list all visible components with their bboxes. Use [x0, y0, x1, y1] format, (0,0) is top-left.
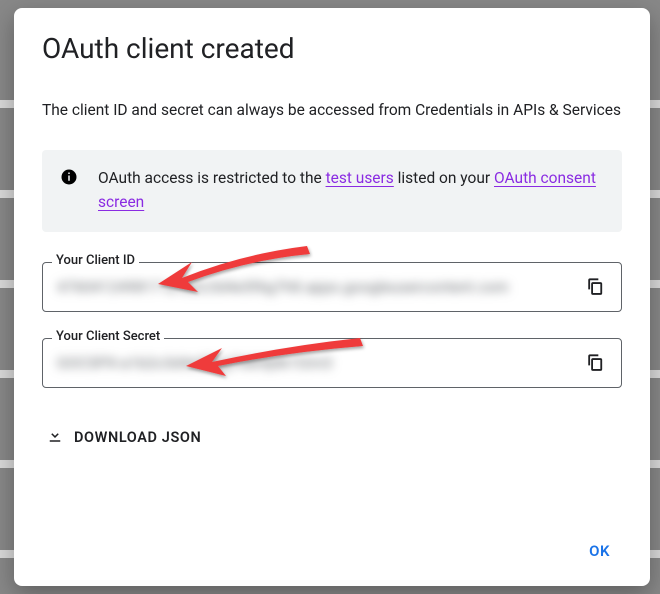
- client-secret-value: GOCSPX-a1b2c3d4e5f6g7h8i9j0k1l2m3: [57, 354, 571, 372]
- info-icon: [60, 168, 78, 191]
- download-json-label: DOWNLOAD JSON: [74, 429, 201, 446]
- client-id-field: 476041249817-a1b2c3d4e5f6g7h8.apps.googl…: [42, 262, 622, 312]
- client-id-label: Your Client ID: [52, 253, 139, 268]
- client-secret-field-wrap: Your Client Secret GOCSPX-a1b2c3d4e5f6g7…: [42, 338, 622, 388]
- client-secret-field: GOCSPX-a1b2c3d4e5f6g7h8i9j0k1l2m3: [42, 338, 622, 388]
- copy-icon: [585, 352, 605, 375]
- dialog-title: OAuth client created: [42, 32, 622, 65]
- notice-text: OAuth access is restricted to the test u…: [98, 166, 604, 214]
- download-json-button[interactable]: DOWNLOAD JSON: [42, 418, 205, 456]
- client-secret-label: Your Client Secret: [52, 329, 164, 344]
- copy-client-secret-button[interactable]: [579, 347, 611, 379]
- copy-icon: [585, 276, 605, 299]
- restriction-notice: OAuth access is restricted to the test u…: [42, 150, 622, 232]
- ok-button[interactable]: OK: [577, 534, 622, 568]
- copy-client-id-button[interactable]: [579, 271, 611, 303]
- oauth-created-dialog: OAuth client created The client ID and s…: [14, 8, 650, 586]
- client-id-value: 476041249817-a1b2c3d4e5f6g7h8.apps.googl…: [57, 278, 571, 296]
- download-icon: [46, 426, 64, 448]
- dialog-subtitle: The client ID and secret can always be a…: [42, 99, 622, 122]
- client-id-field-wrap: Your Client ID 476041249817-a1b2c3d4e5f6…: [42, 262, 622, 312]
- test-users-link[interactable]: test users: [326, 169, 394, 187]
